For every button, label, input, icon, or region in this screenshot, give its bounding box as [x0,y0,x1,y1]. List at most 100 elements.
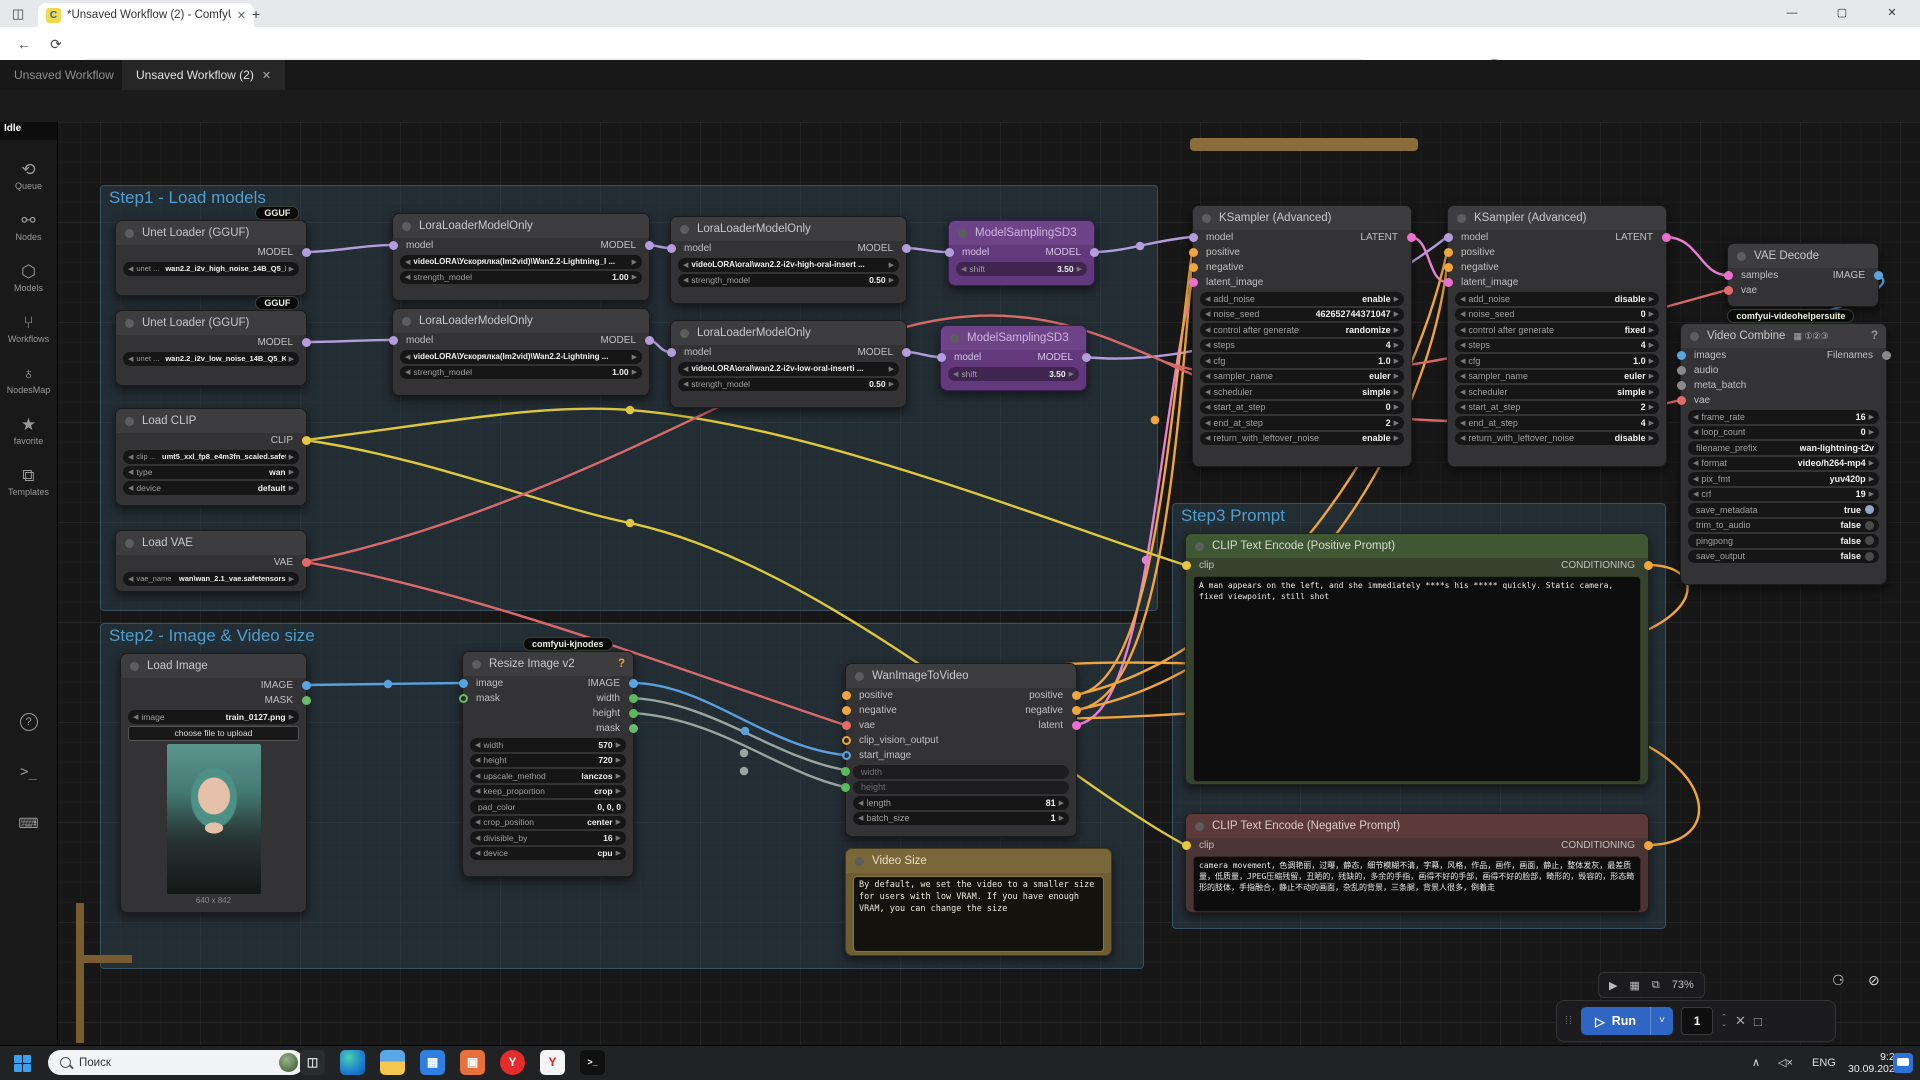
arrow-right-icon[interactable]: ▶ [1394,403,1399,411]
input-dot-width[interactable] [841,767,850,776]
input-dot-latent_image[interactable] [1444,278,1453,287]
arrow-right-icon[interactable]: ▶ [1394,310,1399,318]
input-dot-model[interactable] [667,244,676,253]
output-dot-CONDITIONING[interactable] [1644,561,1653,570]
node-titlebar[interactable]: Video Size [846,849,1111,873]
node-titlebar[interactable]: Unet Loader (GGUF) [116,221,306,245]
output-dot-negative[interactable] [1072,706,1081,715]
node-load-clip[interactable]: Load CLIPCLIP◀clip ...umt5_xxl_fp8_e4m3f… [115,408,307,506]
arrow-right-icon[interactable]: ▶ [1649,341,1654,349]
task-view-icon[interactable]: ◫ [300,1050,325,1075]
widget-return-with-leftover-noise[interactable]: ◀return_with_leftover_noisedisable▶ [1455,432,1659,446]
arrow-left-icon[interactable]: ◀ [1693,428,1698,436]
arrow-right-icon[interactable]: ▶ [289,453,294,461]
sidebar-item-favorite[interactable]: ★favorite [0,416,57,446]
browser-tab[interactable]: C *Unsaved Workflow (2) - ComfyUI ✕ [38,3,254,27]
output-dot-latent[interactable] [1072,721,1081,730]
new-tab-button[interactable]: + [252,6,260,22]
arrow-left-icon[interactable]: ◀ [1460,388,1465,396]
yandex-app-icon[interactable]: Y [540,1050,565,1075]
arrow-left-icon[interactable]: ◀ [128,468,133,476]
collapse-dot-icon[interactable] [125,319,134,328]
node-unet-loader-2[interactable]: Unet Loader (GGUF)MODEL◀unet ...wan2.2_i… [115,310,307,386]
input-dot-model[interactable] [937,353,946,362]
terminal-icon[interactable]: >_ [0,764,57,780]
arrow-left-icon[interactable]: ◀ [1205,419,1210,427]
arrow-left-icon[interactable]: ◀ [1460,434,1465,442]
collapse-dot-icon[interactable] [1195,822,1204,831]
node-titlebar[interactable]: Unet Loader (GGUF) [116,311,306,335]
node-titlebar[interactable]: LoraLoaderModelOnly [393,309,649,333]
output-dot-IMAGE[interactable] [302,681,311,690]
prompt-textarea[interactable]: camera movement，色调艳丽，过曝，静态，细节模糊不清，字幕，风格，… [1193,856,1641,912]
arrow-left-icon[interactable]: ◀ [1693,413,1698,421]
node-load-vae[interactable]: Load VAEVAE◀vae_namewan\wan_2.1_vae.safe… [115,530,307,592]
sidebar-item-queue[interactable]: ⟲Queue [0,161,57,191]
widget-type[interactable]: ◀typewan▶ [123,466,299,480]
arrow-right-icon[interactable]: ▶ [1649,295,1654,303]
arrow-right-icon[interactable]: ▶ [289,265,294,273]
widget-scheduler[interactable]: ◀schedulersimple▶ [1455,385,1659,399]
widget-width[interactable]: width [853,765,1069,779]
arrow-right-icon[interactable]: ▶ [632,273,637,281]
node-unet-loader-1[interactable]: Unet Loader (GGUF)MODEL◀unet ...wan2.2_i… [115,220,307,296]
widget-sampler-name[interactable]: ◀sampler_nameeuler▶ [1455,370,1659,384]
arrow-right-icon[interactable]: ▶ [289,468,294,476]
arrow-right-icon[interactable]: ▶ [1394,419,1399,427]
arrow-left-icon[interactable]: ◀ [1205,403,1210,411]
output-dot-width[interactable] [629,694,638,703]
sidebar-item-models[interactable]: ⬡Models [0,263,57,293]
input-dot-image[interactable] [459,679,468,688]
node-titlebar[interactable]: Video Combine▦ ①②③? [1681,324,1886,348]
arrow-right-icon[interactable]: ▶ [616,787,621,795]
arrow-left-icon[interactable]: ◀ [1205,388,1210,396]
yandex-browser-icon[interactable]: Y [500,1050,525,1075]
widget-loop-count[interactable]: ◀loop_count0▶ [1688,426,1879,440]
input-dot-positive[interactable] [1189,248,1198,257]
input-dot-negative[interactable] [1189,263,1198,272]
arrow-left-icon[interactable]: ◀ [1460,326,1465,334]
widget-pad-color[interactable]: pad_color0, 0, 0 [470,800,626,814]
arrow-right-icon[interactable]: ▶ [616,741,621,749]
arrow-left-icon[interactable]: ◀ [1205,326,1210,334]
node-lora-loader-1[interactable]: LoraLoaderModelOnlymodelMODEL◀videoLORA\… [392,213,650,301]
node-lora-loader-3[interactable]: LoraLoaderModelOnlymodelMODEL◀videoLORA\… [670,216,907,304]
arrow-left-icon[interactable]: ◀ [1460,295,1465,303]
arrow-right-icon[interactable]: ▶ [616,834,621,842]
arrow-left-icon[interactable]: ◀ [953,370,958,378]
output-dot-IMAGE[interactable] [629,679,638,688]
arrow-right-icon[interactable]: ▶ [1059,799,1064,807]
widget-keep-proportion[interactable]: ◀keep_proportioncrop▶ [470,785,626,799]
output-dot-height[interactable] [629,709,638,718]
node-titlebar[interactable]: LoraLoaderModelOnly [393,214,649,238]
widget-shift[interactable]: ◀shift3.50▶ [948,367,1079,381]
arrow-left-icon[interactable]: ◀ [1460,310,1465,318]
widget-clip-[interactable]: ◀clip ...umt5_xxl_fp8_e4m3fn_scaled.safe… [123,450,299,464]
arrow-left-icon[interactable]: ◀ [475,772,480,780]
node-titlebar[interactable]: CLIP Text Encode (Negative Prompt) [1186,814,1648,838]
arrow-right-icon[interactable]: ▶ [1869,459,1874,467]
arrow-left-icon[interactable]: ◀ [683,276,688,284]
help-icon[interactable]: ? [0,712,57,731]
widget-combo[interactable]: ◀videoLORA\Ускорялка(Im2vid)\Wan2.2-Ligh… [400,350,642,364]
output-dot-MODEL[interactable] [645,336,654,345]
input-dot-positive[interactable] [1444,248,1453,257]
arrow-right-icon[interactable]: ▶ [1649,419,1654,427]
arrow-left-icon[interactable]: ◀ [475,849,480,857]
arrow-left-icon[interactable]: ◀ [128,453,133,461]
widget-batch-size[interactable]: ◀batch_size1▶ [853,812,1069,826]
arrow-right-icon[interactable]: ▶ [289,575,294,583]
arrow-right-icon[interactable]: ▶ [889,261,894,269]
arrow-right-icon[interactable]: ▶ [889,380,894,388]
arrow-left-icon[interactable]: ◀ [683,380,688,388]
widget-device[interactable]: ◀devicedefault▶ [123,481,299,495]
widget-steps[interactable]: ◀steps4▶ [1200,339,1404,353]
collapse-dot-icon[interactable] [125,417,134,426]
node-titlebar[interactable]: LoraLoaderModelOnly [671,321,906,345]
arrow-right-icon[interactable]: ▶ [616,772,621,780]
arrow-right-icon[interactable]: ▶ [289,355,294,363]
widget-vae-name[interactable]: ◀vae_namewan\wan_2.1_vae.safetensors▶ [123,572,299,586]
arrow-right-icon[interactable]: ▶ [632,258,637,266]
node-help-icon[interactable]: ? [1871,324,1878,348]
node-titlebar[interactable]: ModelSamplingSD3 [941,326,1086,350]
